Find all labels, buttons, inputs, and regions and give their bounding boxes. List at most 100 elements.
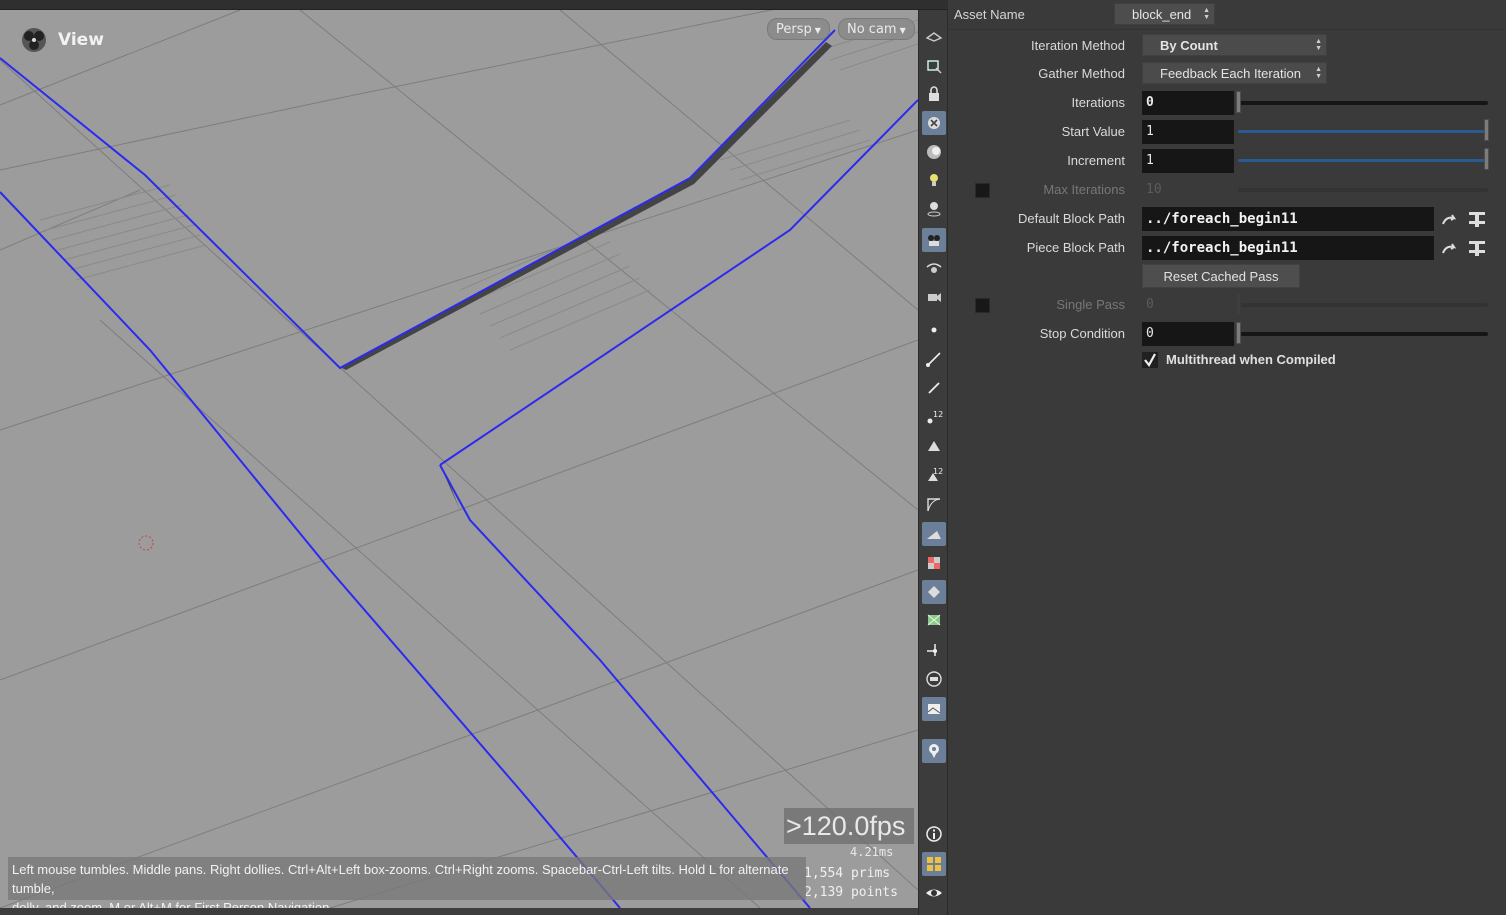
top-strip — [0, 0, 948, 10]
view-title: View — [18, 26, 104, 54]
prim-number-icon[interactable]: 12 — [922, 463, 946, 487]
start-value-label: Start Value — [1061, 124, 1125, 139]
start-value-slider-handle[interactable] — [1484, 119, 1489, 141]
eye-icon[interactable] — [922, 881, 946, 905]
prim-icon[interactable] — [922, 434, 946, 458]
display-icon[interactable] — [922, 667, 946, 691]
chevron-down-icon: ▼ — [899, 26, 906, 35]
houdini-window: View Persp ▼ No cam ▼ >120.0fps 4.21ms 1,5… — [0, 0, 1506, 915]
single-pass-slider-handle — [1236, 293, 1241, 315]
edge-icon[interactable] — [922, 347, 946, 371]
curve-lines — [0, 29, 918, 908]
grid-lines — [0, 10, 918, 908]
piece-block-path-field[interactable]: ../foreach_begin11 — [1142, 236, 1434, 260]
scene-geometry — [0, 10, 918, 908]
point-icon[interactable] — [922, 318, 946, 342]
hint-line-2: dolly, and zoom. M or Alt+M for First Pe… — [12, 900, 333, 908]
ghost-icon[interactable] — [922, 111, 946, 135]
dolly-icon[interactable] — [922, 284, 946, 308]
marker-icon[interactable] — [922, 739, 946, 763]
default-block-path-field[interactable]: ../foreach_begin11 — [1142, 207, 1434, 231]
up-down-arrows-icon: ▲ ▼ — [1315, 66, 1322, 80]
iterations-slider-handle[interactable] — [1236, 91, 1241, 113]
svg-text:12: 12 — [933, 467, 943, 476]
fps-readout: >120.0fps — [784, 808, 914, 844]
up-down-arrows-icon: ▲ ▼ — [1203, 7, 1210, 21]
asset-name-value: block_end — [1132, 7, 1192, 22]
view-title-text: View — [58, 30, 104, 50]
navigation-hint: Left mouse tumbles. Middle pans. Right d… — [8, 857, 806, 908]
texture-icon[interactable] — [922, 551, 946, 575]
shading-icon[interactable] — [922, 140, 946, 164]
map-icon[interactable] — [922, 608, 946, 632]
tumble-icon[interactable] — [922, 256, 946, 280]
stop-condition-slider-handle[interactable] — [1236, 322, 1241, 344]
road-ribbon — [340, 42, 832, 370]
snap-icon[interactable] — [922, 580, 946, 604]
reset-cached-pass-button[interactable]: Reset Cached Pass — [1142, 264, 1300, 288]
iteration-method-label: Iteration Method — [1031, 38, 1125, 53]
iterations-slider[interactable] — [1238, 101, 1488, 105]
asset-name-menu[interactable]: block_end ▲ ▼ — [1114, 3, 1215, 25]
stop-condition-field[interactable]: 0 — [1142, 322, 1234, 346]
iterations-label: Iterations — [1071, 95, 1125, 110]
viewport-bottom-strip — [0, 908, 918, 915]
grid-icon[interactable] — [922, 852, 946, 876]
jump-arrow-icon[interactable] — [1440, 239, 1460, 259]
iteration-method-menu[interactable]: By Count ▲ ▼ — [1142, 34, 1327, 56]
hint-line-1: Left mouse tumbles. Middle pans. Right d… — [12, 862, 789, 896]
increment-slider-handle[interactable] — [1484, 148, 1489, 170]
lamp-icon[interactable] — [922, 196, 946, 220]
jump-arrow-icon[interactable] — [1440, 210, 1460, 230]
prim-count-readout: 1,554 prims — [804, 866, 891, 881]
light-icon[interactable] — [922, 168, 946, 192]
perspective-label: Persp — [776, 22, 812, 37]
curve-icon[interactable] — [922, 492, 946, 516]
start-value-field[interactable]: 1 — [1142, 120, 1234, 144]
gather-method-value: Feedback Each Iteration — [1160, 66, 1301, 81]
increment-field[interactable]: 1 — [1142, 149, 1234, 173]
select-icon[interactable] — [922, 26, 946, 50]
increment-slider[interactable] — [1238, 159, 1488, 162]
node-chooser-icon[interactable] — [1467, 238, 1487, 258]
single-pass-field: 0 — [1142, 293, 1234, 317]
iterations-field[interactable]: 0 — [1142, 91, 1234, 115]
asset-name-label: Asset Name — [954, 7, 1025, 22]
single-pass-slider — [1238, 303, 1488, 307]
handle-icon[interactable] — [922, 638, 946, 662]
chevron-down-icon: ▼ — [814, 26, 821, 35]
multithread-label: Multithread when Compiled — [1166, 352, 1336, 367]
default-block-path-label: Default Block Path — [1018, 211, 1125, 226]
max-iterations-slider — [1238, 188, 1488, 192]
max-iterations-checkbox[interactable] — [975, 183, 990, 198]
lock-icon[interactable] — [922, 82, 946, 106]
multithread-checkbox[interactable] — [1142, 352, 1158, 368]
perspective-menu-button[interactable]: Persp ▼ — [767, 18, 830, 40]
camera-icon[interactable] — [922, 228, 946, 252]
camera-menu-button[interactable]: No cam ▼ — [838, 18, 915, 40]
iteration-method-value: By Count — [1160, 38, 1218, 53]
svg-text:12: 12 — [933, 410, 943, 419]
background-icon[interactable] — [922, 697, 946, 721]
pivot-marker — [138, 535, 154, 551]
viewport-toolbar: 12 12 — [918, 10, 948, 915]
view-icon[interactable] — [922, 54, 946, 78]
stop-condition-label: Stop Condition — [1039, 326, 1125, 341]
single-pass-checkbox[interactable] — [975, 298, 990, 313]
camera-label: No cam — [847, 22, 897, 37]
scene-viewport[interactable]: View Persp ▼ No cam ▼ >120.0fps 4.21ms 1,5… — [0, 10, 918, 908]
stop-condition-slider[interactable] — [1238, 332, 1488, 336]
frame-time-readout: 4.21ms — [850, 845, 894, 859]
houdini-logo-icon — [22, 28, 46, 52]
number-icon[interactable]: 12 — [922, 405, 946, 429]
asset-header: Asset Name block_end ▲ ▼ — [948, 0, 1506, 30]
parameter-panel: Asset Name block_end ▲ ▼ Iteration Method… — [948, 0, 1506, 915]
node-chooser-icon[interactable] — [1467, 209, 1487, 229]
piece-block-path-label: Piece Block Path — [1026, 240, 1125, 255]
normal-icon[interactable] — [922, 522, 946, 546]
pen-icon[interactable] — [922, 376, 946, 400]
max-iterations-label: Max Iterations — [1043, 182, 1125, 197]
info-icon[interactable] — [922, 822, 946, 846]
gather-method-menu[interactable]: Feedback Each Iteration ▲ ▼ — [1142, 62, 1327, 84]
start-value-slider[interactable] — [1238, 130, 1488, 133]
